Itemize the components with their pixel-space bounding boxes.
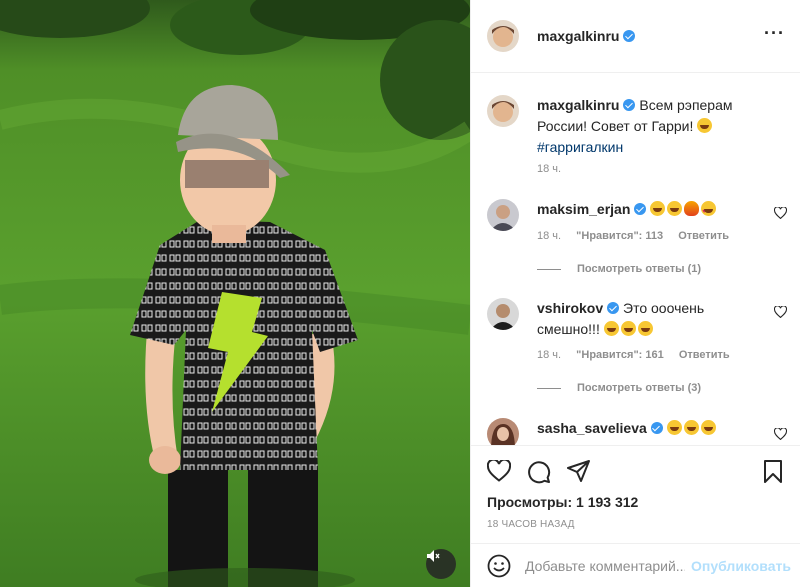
author-avatar[interactable] bbox=[487, 20, 519, 52]
caption-username[interactable]: maxgalkinru bbox=[537, 97, 619, 113]
paper-plane-icon[interactable] bbox=[567, 460, 591, 482]
post-video[interactable] bbox=[0, 0, 470, 587]
censor-blur-box bbox=[185, 160, 269, 188]
comment-meta: 18 ч. "Нравится": 113 Ответить bbox=[537, 230, 741, 242]
more-options-icon[interactable]: ··· bbox=[764, 24, 785, 42]
laughing-emoji-icon bbox=[683, 420, 699, 435]
view-count[interactable]: Просмотры: 1 193 312 bbox=[487, 494, 638, 510]
verified-badge-icon bbox=[650, 422, 663, 434]
speaker-muted-icon bbox=[427, 550, 440, 562]
comment-username[interactable]: maksim_erjan bbox=[537, 201, 630, 217]
laughing-emoji-icon bbox=[700, 420, 716, 435]
instagram-post: maxgalkinru ··· maxgalkinru Всем рэперам… bbox=[0, 0, 800, 587]
view-replies-label: Посмотреть ответы (1) bbox=[577, 263, 702, 275]
action-icons-row bbox=[471, 446, 800, 496]
fire-emoji-icon bbox=[684, 201, 700, 216]
comment-item: vshirokov Это ооочень смешно!!! 18 ч. "Н… bbox=[487, 298, 787, 398]
replies-divider-line bbox=[537, 268, 561, 270]
verified-badge-icon bbox=[623, 30, 636, 42]
comment-like-count[interactable]: "Нравится": 161 bbox=[576, 349, 664, 361]
comment-input[interactable] bbox=[525, 557, 685, 574]
author-username[interactable]: maxgalkinru bbox=[537, 28, 619, 44]
comment-icon[interactable] bbox=[527, 460, 551, 484]
post-timestamp[interactable]: 18 ЧАСОВ НАЗАД bbox=[487, 519, 575, 530]
caption-item: maxgalkinru Всем рэперам России! Совет о… bbox=[487, 95, 787, 175]
author-avatar[interactable] bbox=[487, 95, 519, 127]
comment-like-heart-icon[interactable] bbox=[774, 207, 787, 219]
caption-text: maxgalkinru Всем рэперам России! Совет о… bbox=[537, 95, 757, 158]
verified-badge-icon bbox=[607, 302, 620, 314]
comment-time[interactable]: 18 ч. bbox=[537, 230, 561, 242]
comment-item: sasha_savelieva bbox=[487, 418, 787, 445]
verified-badge-icon bbox=[634, 203, 647, 215]
replies-divider-line bbox=[537, 387, 561, 389]
laughing-emoji-icon bbox=[603, 321, 619, 336]
comment-username[interactable]: sasha_savelieva bbox=[537, 420, 647, 436]
reply-button[interactable]: Ответить bbox=[678, 230, 729, 242]
comment-like-heart-icon[interactable] bbox=[774, 428, 787, 440]
laughing-emoji-icon bbox=[620, 321, 636, 336]
laughing-emoji-icon bbox=[697, 118, 713, 133]
publish-button[interactable]: Опубликовать bbox=[691, 558, 791, 574]
comment-like-heart-icon[interactable] bbox=[774, 306, 787, 318]
hashtag-link[interactable]: #гарригалкин bbox=[537, 139, 623, 155]
comment-time[interactable]: 18 ч. bbox=[537, 349, 561, 361]
comment-meta: 18 ч. "Нравится": 161 Ответить bbox=[537, 349, 742, 361]
laughing-emoji-icon bbox=[650, 201, 666, 216]
post-side-panel: maxgalkinru ··· maxgalkinru Всем рэперам… bbox=[470, 0, 800, 587]
comment-item: maksim_erjan 18 ч. "Нравится": 113 Ответ… bbox=[487, 199, 787, 279]
bookmark-icon[interactable] bbox=[763, 460, 783, 484]
reply-button[interactable]: Ответить bbox=[679, 349, 730, 361]
caption-meta: 18 ч. bbox=[537, 163, 573, 175]
comment-username[interactable]: vshirokov bbox=[537, 300, 603, 316]
view-replies-button[interactable]: Посмотреть ответы (3) bbox=[537, 382, 701, 394]
post-actions: Просмотры: 1 193 312 18 ЧАСОВ НАЗАД bbox=[471, 445, 800, 530]
commenter-avatar[interactable] bbox=[487, 298, 519, 330]
view-replies-button[interactable]: Посмотреть ответы (1) bbox=[537, 263, 701, 275]
comment-text: maksim_erjan bbox=[537, 199, 757, 223]
laughing-emoji-icon bbox=[666, 420, 682, 435]
comment-like-count[interactable]: "Нравится": 113 bbox=[576, 230, 663, 242]
comment-text: vshirokov Это ооочень смешно!!! bbox=[537, 298, 757, 340]
add-comment-bar: Опубликовать bbox=[471, 543, 800, 587]
caption-time[interactable]: 18 ч. bbox=[537, 163, 561, 175]
mute-button[interactable] bbox=[426, 549, 456, 579]
post-header: maxgalkinru ··· bbox=[471, 0, 800, 73]
comment-text: sasha_savelieva bbox=[537, 418, 757, 439]
view-replies-label: Посмотреть ответы (3) bbox=[577, 382, 702, 394]
laughing-emoji-icon bbox=[637, 321, 653, 336]
verified-badge-icon bbox=[623, 99, 636, 111]
commenter-avatar[interactable] bbox=[487, 199, 519, 231]
comments-list[interactable]: maxgalkinru Всем рэперам России! Совет о… bbox=[471, 73, 800, 445]
video-frame bbox=[0, 0, 470, 587]
commenter-avatar[interactable] bbox=[487, 418, 519, 445]
heart-eyes-emoji-icon bbox=[701, 201, 717, 223]
smiley-icon[interactable] bbox=[487, 554, 511, 578]
laughing-emoji-icon bbox=[667, 201, 683, 216]
heart-icon[interactable] bbox=[487, 460, 511, 482]
